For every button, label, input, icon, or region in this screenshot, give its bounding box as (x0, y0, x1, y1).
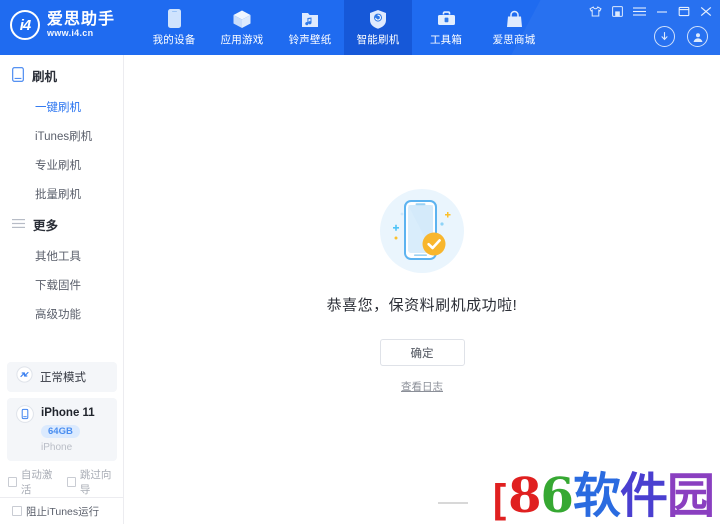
sidebar-item-batch-flash[interactable]: 批量刷机 (0, 179, 123, 208)
logo-url: www.i4.cn (47, 27, 94, 38)
maximize-icon[interactable] (678, 6, 690, 17)
skin-icon[interactable] (589, 6, 602, 17)
sidebar-item-other-tools[interactable]: 其他工具 (0, 241, 123, 270)
device-info: iPhone 11 64GB iPhone (41, 405, 95, 453)
phone-outline-icon (12, 66, 24, 85)
phone-success-illustration (372, 181, 472, 281)
nav-label: 应用游戏 (220, 33, 264, 46)
toolbox-icon (437, 9, 456, 29)
sidebar-item-one-key-flash[interactable]: 一键刷机 (0, 92, 123, 121)
checkbox-auto-activate[interactable]: 自动激活 (8, 467, 57, 497)
nav-item-store[interactable]: 爱思商城 (480, 0, 548, 55)
sidebar-item-itunes-flash[interactable]: iTunes刷机 (0, 121, 123, 150)
phone-icon (167, 8, 182, 29)
checkbox-label: 阻止iTunes运行 (26, 505, 100, 518)
nav-item-toolbox[interactable]: 工具箱 (412, 0, 480, 55)
checkbox-box-icon (67, 477, 76, 487)
watermark-line (438, 502, 468, 504)
app-header: i4 爱思助手 www.i4.cn 我的设备 应用游戏 铃声壁纸 智能刷机 工具… (0, 0, 720, 55)
sidebar-item-advanced[interactable]: 高级功能 (0, 299, 123, 328)
sidebar-group-flash[interactable]: 刷机 (0, 59, 123, 92)
checkbox-box-icon (12, 506, 22, 516)
user-account-icon[interactable] (687, 26, 708, 47)
app-logo[interactable]: i4 爱思助手 www.i4.cn (10, 10, 115, 40)
sidebar-item-pro-flash[interactable]: 专业刷机 (0, 150, 123, 179)
device-card[interactable]: iPhone 11 64GB iPhone (7, 397, 117, 461)
logo-name: 爱思助手 (47, 10, 116, 28)
device-capacity-badge: 64GB (41, 425, 80, 438)
device-mode-card[interactable]: 正常模式 (7, 361, 117, 392)
nav-item-ringtone-wallpaper[interactable]: 铃声壁纸 (276, 0, 344, 55)
sidebar-group-title: 更多 (33, 219, 59, 233)
nav-item-apps-games[interactable]: 应用游戏 (208, 0, 276, 55)
checkbox-skip-wizard[interactable]: 跳过向导 (67, 467, 116, 497)
device-mode-label: 正常模式 (40, 371, 86, 384)
shopping-bag-icon (506, 9, 523, 29)
view-log-link[interactable]: 查看日志 (401, 379, 443, 394)
sidebar-bottom: 正常模式 iPhone 11 64GB iPhone 自动激活 跳过向导 阻止i… (0, 361, 124, 524)
save-icon[interactable] (612, 6, 623, 17)
nav-label: 智能刷机 (356, 33, 400, 46)
menu-icon[interactable] (633, 6, 646, 17)
checkbox-block-itunes[interactable]: 阻止iTunes运行 (0, 498, 124, 524)
sidebar-item-download-firmware[interactable]: 下载固件 (0, 270, 123, 299)
main-nav: 我的设备 应用游戏 铃声壁纸 智能刷机 工具箱 爱思商城 (140, 0, 548, 55)
list-icon (12, 218, 25, 232)
device-name: iPhone 11 (41, 406, 95, 419)
confirm-button[interactable]: 确定 (379, 339, 465, 366)
logo-text: 爱思助手 www.i4.cn (47, 10, 116, 38)
nav-item-smart-flash[interactable]: 智能刷机 (344, 0, 412, 55)
logo-mark-icon: i4 (10, 10, 40, 40)
checkbox-label: 跳过向导 (79, 469, 112, 496)
checkbox-box-icon (8, 477, 17, 487)
window-controls (589, 6, 712, 17)
nav-label: 爱思商城 (492, 33, 536, 46)
main-content: 恭喜您，保资料刷机成功啦! 确定 查看日志 (124, 55, 720, 524)
minimize-icon[interactable] (656, 6, 668, 17)
shield-refresh-icon (369, 9, 387, 29)
app-window: i4 爱思助手 www.i4.cn 我的设备 应用游戏 铃声壁纸 智能刷机 工具… (0, 0, 720, 524)
music-folder-icon (301, 9, 319, 29)
nav-label: 我的设备 (152, 33, 196, 46)
device-phone-icon (16, 405, 34, 453)
success-message: 恭喜您，保资料刷机成功啦! (326, 297, 518, 314)
device-type: iPhone (41, 442, 73, 453)
download-icon[interactable] (654, 26, 675, 47)
account-row (654, 26, 708, 47)
sidebar-group-more[interactable]: 更多 (0, 208, 123, 241)
nav-label: 工具箱 (429, 33, 463, 46)
close-icon[interactable] (700, 6, 712, 17)
cube-icon (232, 9, 252, 29)
sidebar: 刷机 一键刷机 iTunes刷机 专业刷机 批量刷机 更多 其他工具 下载固件 … (0, 55, 124, 524)
checkbox-label: 自动激活 (20, 469, 53, 496)
mode-arrows-icon (16, 366, 33, 388)
nav-label: 铃声壁纸 (288, 33, 332, 46)
sidebar-group-title: 刷机 (32, 70, 58, 84)
nav-item-my-device[interactable]: 我的设备 (140, 0, 208, 55)
device-options-row: 自动激活 跳过向导 (0, 467, 124, 497)
